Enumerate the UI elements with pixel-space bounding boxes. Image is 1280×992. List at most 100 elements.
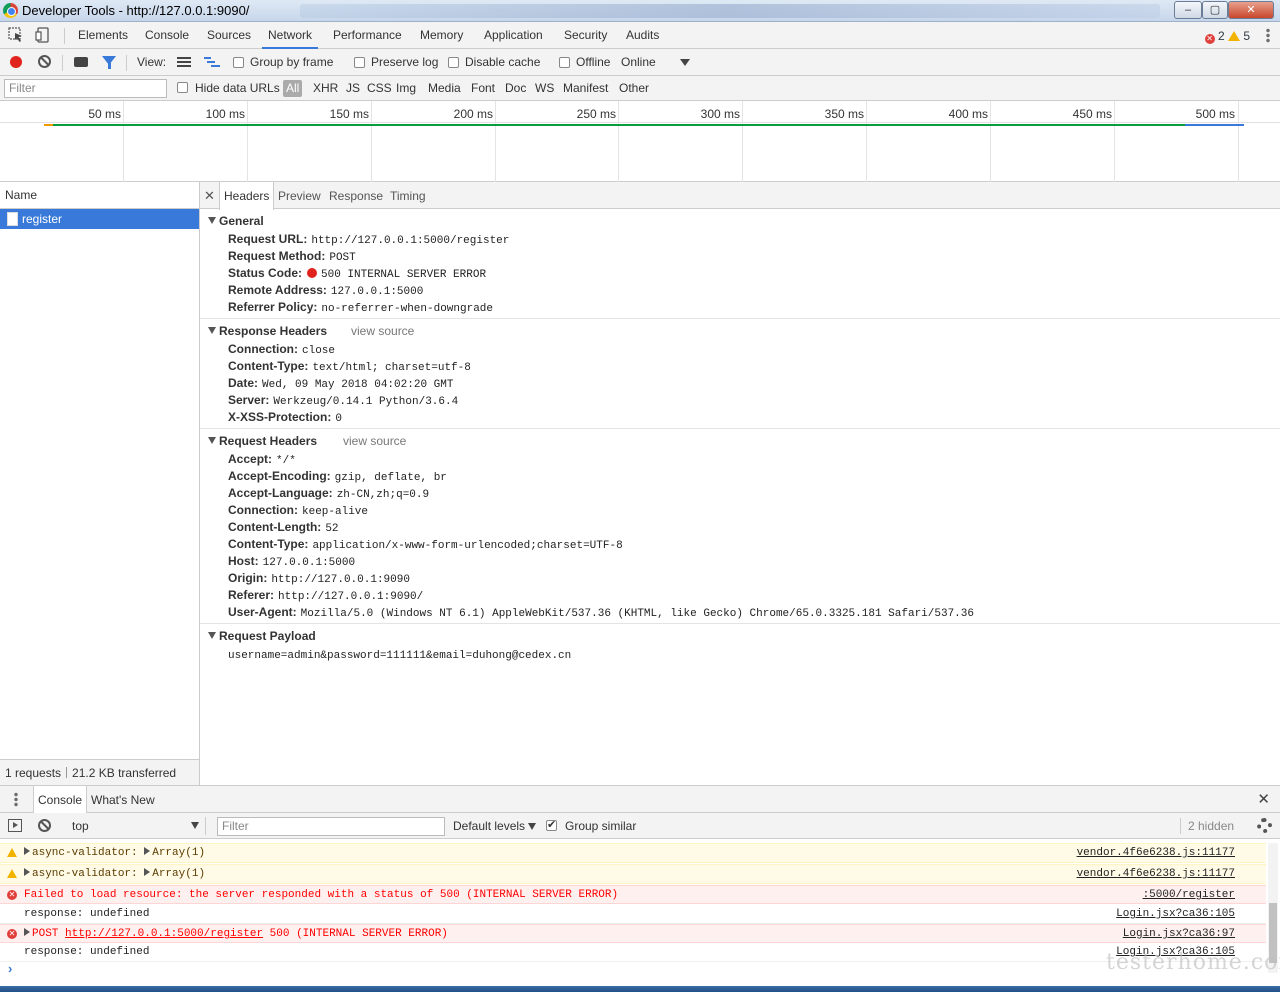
device-toolbar-icon[interactable] <box>35 27 51 43</box>
offline-label: Offline <box>576 55 611 69</box>
general-section-toggle[interactable]: General <box>208 214 264 228</box>
console-message-error[interactable]: ✕ POST http://127.0.0.1:5000/register 50… <box>0 924 1266 943</box>
log-levels-select[interactable]: Default levels <box>453 819 525 833</box>
network-filter-input[interactable]: Filter <box>4 79 167 98</box>
drawer-menu-icon[interactable] <box>14 792 18 807</box>
console-source-link[interactable]: vendor.4f6e6238.js:11177 <box>1077 868 1235 880</box>
console-message-error[interactable]: ✕ Failed to load resource: the server re… <box>0 885 1266 904</box>
console-message-log[interactable]: response: undefined Login.jsx?ca36:105 <box>0 905 1266 924</box>
console-toolbar: top Filter Default levels Group similar … <box>0 813 1280 839</box>
large-rows-icon[interactable] <box>177 57 191 68</box>
minimize-button[interactable]: – <box>1174 1 1202 19</box>
overview-icon[interactable] <box>204 57 220 68</box>
type-filter-doc[interactable]: Doc <box>502 80 529 97</box>
offline-checkbox[interactable] <box>559 57 570 68</box>
triangle-down-icon <box>208 327 216 334</box>
filter-icon[interactable] <box>102 56 116 69</box>
tab-audits[interactable]: Audits <box>626 22 659 49</box>
network-overview-timeline[interactable]: 50 ms 100 ms 150 ms 200 ms 250 ms 300 ms… <box>0 101 1280 182</box>
request-payload-toggle[interactable]: Request Payload <box>208 629 316 643</box>
tab-performance[interactable]: Performance <box>333 22 402 49</box>
devtools-main-tabbar: Elements Console Sources Network Perform… <box>0 22 1280 49</box>
expand-triangle-icon[interactable] <box>24 847 30 855</box>
inspect-element-icon[interactable] <box>8 27 24 43</box>
expand-triangle-icon[interactable] <box>24 928 30 936</box>
throttling-select[interactable]: Online <box>621 55 656 69</box>
type-filter-font[interactable]: Font <box>468 80 498 97</box>
detail-tab-response[interactable]: Response <box>325 182 387 209</box>
response-view-source-link[interactable]: view source <box>351 324 414 338</box>
clear-icon[interactable] <box>38 55 51 68</box>
disable-cache-checkbox[interactable] <box>448 57 459 68</box>
preserve-log-checkbox[interactable] <box>354 57 365 68</box>
context-select[interactable]: top <box>66 817 206 835</box>
type-filter-all[interactable]: All <box>283 80 303 97</box>
tab-memory[interactable]: Memory <box>420 22 463 49</box>
detail-tab-timing[interactable]: Timing <box>386 182 430 209</box>
tab-elements[interactable]: Elements <box>78 22 128 49</box>
detail-tab-preview[interactable]: Preview <box>274 182 325 209</box>
console-prompt-icon[interactable]: › <box>8 961 12 976</box>
console-message-log[interactable]: response: undefined Login.jsx?ca36:105 <box>0 943 1266 962</box>
close-detail-icon[interactable]: ✕ <box>204 188 215 204</box>
toolbar-separator <box>62 55 63 71</box>
request-header-row: Referer: http://127.0.0.1:9090/ <box>228 588 424 603</box>
tab-security[interactable]: Security <box>564 22 607 49</box>
type-filter-other[interactable]: Other <box>616 80 652 97</box>
clear-console-icon[interactable] <box>38 819 51 832</box>
console-source-link[interactable]: vendor.4f6e6238.js:11177 <box>1077 847 1235 859</box>
group-by-frame-checkbox[interactable] <box>233 57 244 68</box>
request-view-source-link[interactable]: view source <box>343 434 406 448</box>
name-column-header[interactable]: Name <box>0 182 199 209</box>
type-filter-img[interactable]: Img <box>393 80 419 97</box>
record-button[interactable] <box>10 56 22 68</box>
type-filter-manifest[interactable]: Manifest <box>560 80 611 97</box>
close-drawer-icon[interactable]: ✕ <box>1257 790 1270 808</box>
console-source-link[interactable]: :5000/register <box>1143 889 1235 901</box>
drawer-tab-console[interactable]: Console <box>33 786 88 814</box>
request-header-row: Origin: http://127.0.0.1:9090 <box>228 571 410 586</box>
chevron-down-icon[interactable] <box>680 59 690 66</box>
console-message-warning[interactable]: async-validator: Array(1) vendor.4f6e623… <box>0 843 1266 863</box>
tab-sources[interactable]: Sources <box>207 22 251 49</box>
request-header-row: Accept-Encoding: gzip, deflate, br <box>228 469 447 484</box>
capture-screenshots-icon[interactable] <box>74 57 88 67</box>
response-headers-toggle[interactable]: Response Headers <box>208 324 327 338</box>
drawer-tab-whats-new[interactable]: What's New <box>87 786 159 814</box>
general-row: Request Method: POST <box>228 249 356 264</box>
request-row[interactable]: register <box>0 209 199 229</box>
maximize-button[interactable]: ▢ <box>1202 1 1228 19</box>
window-title: Developer Tools - http://127.0.0.1:9090/ <box>22 3 250 18</box>
timeline-tick-label: 450 ms <box>1072 107 1112 121</box>
gear-icon[interactable] <box>1257 818 1272 833</box>
console-sidebar-icon[interactable] <box>8 819 22 832</box>
os-taskbar <box>0 986 1280 992</box>
group-similar-checkbox[interactable] <box>546 818 557 831</box>
timeline-tick-label: 150 ms <box>329 107 369 121</box>
tab-console[interactable]: Console <box>145 22 189 49</box>
type-filter-css[interactable]: CSS <box>364 80 395 97</box>
type-filter-xhr[interactable]: XHR <box>310 80 341 97</box>
timeline-tick-label: 200 ms <box>453 107 493 121</box>
tab-application[interactable]: Application <box>484 22 543 49</box>
detail-tab-headers[interactable]: Headers <box>219 182 275 210</box>
expand-triangle-icon[interactable] <box>144 847 151 855</box>
console-source-link[interactable]: Login.jsx?ca36:97 <box>1123 928 1235 940</box>
console-filter-input[interactable]: Filter <box>217 817 445 836</box>
type-filter-ws[interactable]: WS <box>532 80 557 97</box>
request-headers-toggle[interactable]: Request Headers <box>208 434 317 448</box>
detail-tabbar: ✕ Headers Preview Response Timing <box>200 182 1280 210</box>
expand-triangle-icon[interactable] <box>24 868 30 876</box>
hide-data-urls-checkbox[interactable] <box>177 82 188 93</box>
console-source-link[interactable]: Login.jsx?ca36:105 <box>1116 908 1235 920</box>
tab-network[interactable]: Network <box>262 22 319 49</box>
issue-counter[interactable]: ✕ 2 5 <box>1204 29 1250 44</box>
console-message-warning[interactable]: async-validator: Array(1) vendor.4f6e623… <box>0 864 1266 884</box>
error-icon: ✕ <box>1204 34 1215 44</box>
type-filter-js[interactable]: JS <box>343 80 363 97</box>
expand-triangle-icon[interactable] <box>144 868 151 876</box>
type-filter-media[interactable]: Media <box>425 80 464 97</box>
close-window-button[interactable]: ✕ <box>1228 1 1274 19</box>
request-url-link[interactable]: http://127.0.0.1:5000/register <box>65 928 263 940</box>
more-options-icon[interactable] <box>1266 28 1270 43</box>
